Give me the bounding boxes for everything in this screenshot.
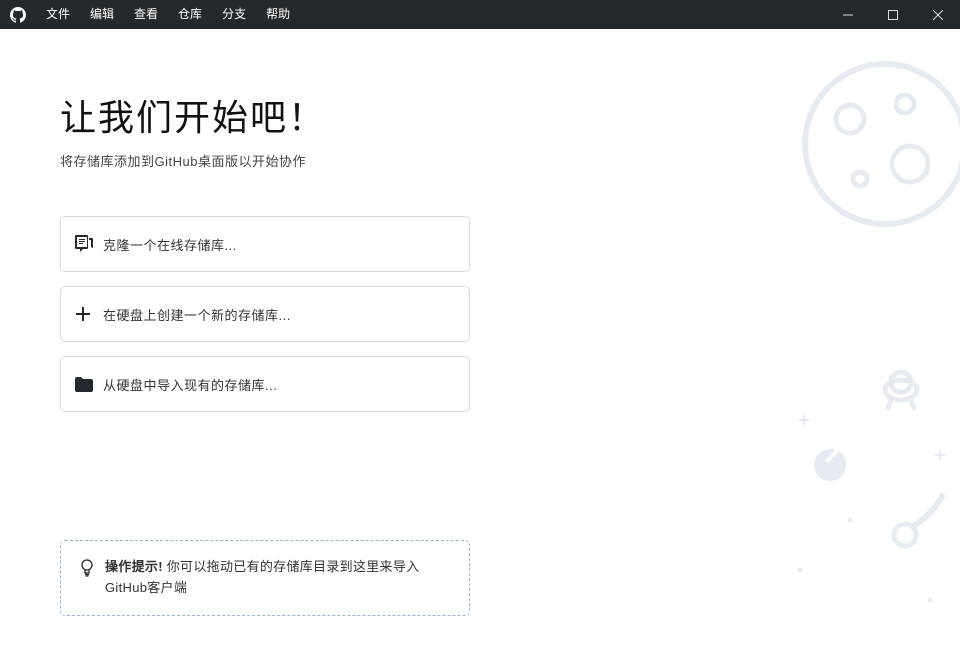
page-subtitle: 将存储库添加到GitHub桌面版以开始协作 — [60, 151, 960, 170]
menu-view[interactable]: 查看 — [124, 0, 168, 29]
clone-repo-label: 克隆一个在线存储库... — [103, 235, 237, 254]
window-controls — [825, 0, 960, 29]
clone-repo-button[interactable]: 克隆一个在线存储库... — [60, 216, 470, 272]
page-title: 让我们开始吧！ — [60, 89, 960, 141]
plus-icon — [75, 306, 103, 322]
minimize-button[interactable] — [825, 0, 870, 29]
add-repo-label: 从硬盘中导入现有的存储库... — [103, 375, 277, 394]
folder-icon — [75, 377, 103, 392]
close-button[interactable] — [915, 0, 960, 29]
pro-tip-prefix: 操作提示! — [105, 559, 163, 574]
space-decoration-icon — [790, 370, 960, 650]
repo-options: 克隆一个在线存储库... 在硬盘上创建一个新的存储库... 从硬盘中导入现有的存… — [60, 216, 470, 412]
pro-tip-box: 操作提示! 你可以拖动已有的存储库目录到这里来导入GitHub客户端 — [60, 540, 470, 616]
menu-bar: 文件 编辑 查看 仓库 分支 帮助 — [36, 0, 300, 29]
create-repo-button[interactable]: 在硬盘上创建一个新的存储库... — [60, 286, 470, 342]
menu-edit[interactable]: 编辑 — [80, 0, 124, 29]
clone-icon — [75, 235, 103, 253]
moon-decoration-icon — [790, 49, 960, 239]
pro-tip-text: 操作提示! 你可以拖动已有的存储库目录到这里来导入GitHub客户端 — [105, 557, 451, 599]
create-repo-label: 在硬盘上创建一个新的存储库... — [103, 305, 291, 324]
menu-repository[interactable]: 仓库 — [168, 0, 212, 29]
menu-file[interactable]: 文件 — [36, 0, 80, 29]
maximize-button[interactable] — [870, 0, 915, 29]
lightbulb-icon — [79, 559, 95, 599]
add-repo-button[interactable]: 从硬盘中导入现有的存储库... — [60, 356, 470, 412]
github-logo-icon — [0, 7, 36, 23]
menu-branch[interactable]: 分支 — [212, 0, 256, 29]
welcome-screen: 让我们开始吧！ 将存储库添加到GitHub桌面版以开始协作 克隆一个在线存储库.… — [0, 29, 960, 660]
title-bar: 文件 编辑 查看 仓库 分支 帮助 — [0, 0, 960, 29]
menu-help[interactable]: 帮助 — [256, 0, 300, 29]
